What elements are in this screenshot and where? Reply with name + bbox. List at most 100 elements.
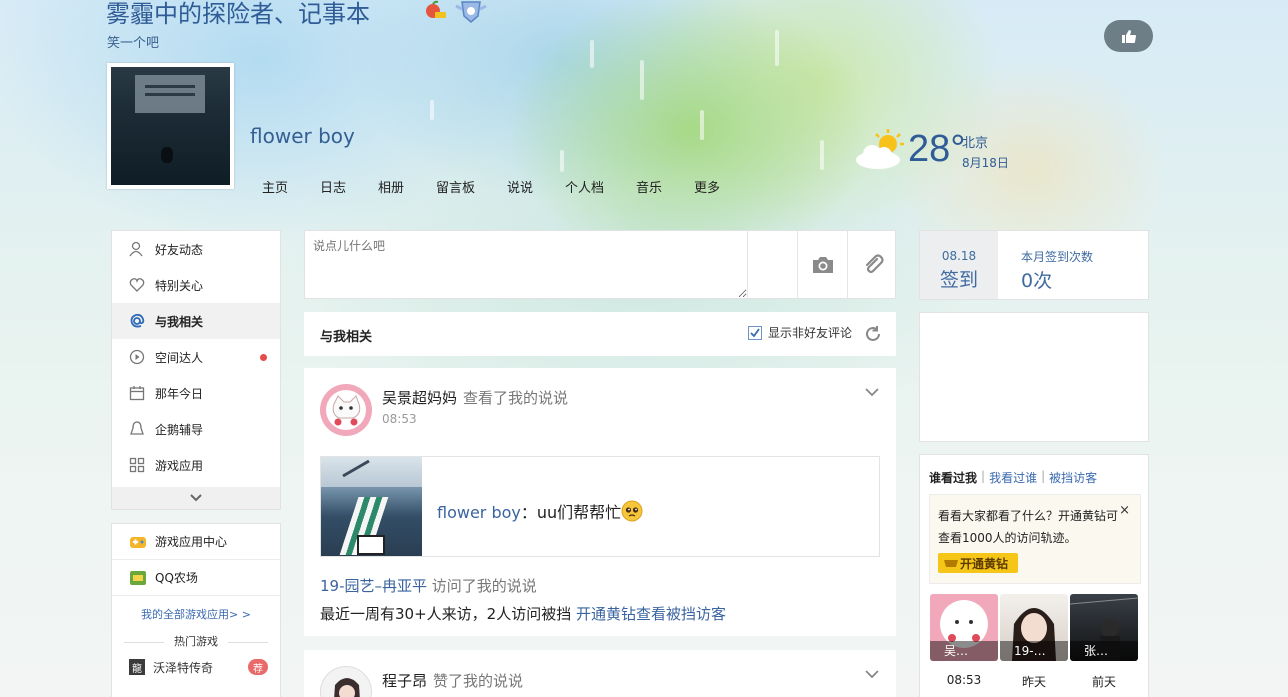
camera-icon: [812, 256, 833, 273]
weather-date: 8月18日: [962, 156, 1009, 170]
sidebar-expand-button[interactable]: [112, 487, 280, 509]
show-nonfriend-toggle[interactable]: 显示非好友评论: [748, 324, 852, 341]
visitor-avatar[interactable]: 吴…: [930, 594, 998, 661]
profile-avatar[interactable]: [107, 63, 234, 189]
raindrop: [640, 60, 644, 100]
user-name[interactable]: flower boy: [250, 124, 355, 148]
tab-blocked-visitors[interactable]: 被挡访客: [1049, 469, 1097, 486]
sidebar-item-related-to-me[interactable]: 与我相关: [112, 303, 280, 339]
like-button[interactable]: [1104, 20, 1153, 52]
site-title[interactable]: 雾霾中的探险者、记事本: [106, 0, 370, 29]
apple-badge-icon[interactable]: [424, 0, 446, 20]
visitor-name: 吴…: [930, 641, 998, 661]
sidebar-item-penguin-tutor[interactable]: 企鹅辅导: [112, 411, 280, 447]
sidebar-item-label: 特别关心: [155, 278, 204, 293]
checkin-button[interactable]: 08.18 签到: [920, 231, 998, 299]
recommend-tag: 荐: [248, 659, 268, 675]
quote-separator: ：: [520, 503, 537, 522]
close-icon[interactable]: ×: [1119, 503, 1130, 518]
checkbox[interactable]: [748, 325, 762, 340]
games-panel: 游戏应用中心 QQ农场 我的全部游戏应用> > 热门游戏 龍 沃泽特传奇 荐: [111, 523, 281, 697]
visitor-name[interactable]: 19-园艺–冉亚平: [320, 577, 427, 595]
avatar[interactable]: [320, 666, 372, 697]
penguin-icon: [129, 421, 145, 437]
raindrop: [430, 100, 434, 120]
monthly-checkin-count: 0次: [1021, 270, 1053, 292]
partly-sunny-icon: [856, 129, 904, 169]
visitor-action: 访问了我的说说: [431, 577, 537, 595]
nav-music[interactable]: 音乐: [636, 177, 694, 196]
nav-album[interactable]: 相册: [378, 177, 436, 196]
avatar[interactable]: [320, 384, 372, 436]
sidebar-item-special-care[interactable]: 特别关心: [112, 267, 280, 303]
attach-button[interactable]: [848, 231, 897, 298]
anime-avatar-icon: [321, 667, 371, 697]
card-action-text: 赞了我的说说: [433, 672, 524, 690]
open-yellow-diamond-button[interactable]: 开通黄钻: [938, 553, 1018, 573]
feed-card: 程子昂 赞了我的说说: [304, 650, 896, 697]
post-thumbnail[interactable]: [321, 457, 422, 556]
diamond-icon: [944, 560, 958, 567]
at-icon: [129, 313, 145, 329]
visitor-avatar[interactable]: 19-…: [1000, 594, 1068, 661]
all-games-link[interactable]: 我的全部游戏应用> >: [112, 596, 280, 632]
refresh-icon[interactable]: [864, 325, 882, 343]
raindrop: [775, 30, 779, 66]
gamepad-icon: [130, 536, 146, 548]
nav-profile[interactable]: 个人档: [565, 177, 636, 196]
sidebar-item-label: 企鹅辅导: [155, 422, 204, 437]
sidebar-item-label: 那年今日: [155, 386, 204, 401]
play-icon: [129, 349, 145, 365]
heart-icon: [129, 277, 145, 293]
nav-home[interactable]: 主页: [262, 177, 320, 196]
tab-who-i-viewed[interactable]: 我看过谁: [989, 469, 1037, 486]
sidebar-item-friends-feed[interactable]: 好友动态: [112, 231, 280, 267]
quoted-user[interactable]: flower boy: [437, 503, 521, 522]
nav-message-board[interactable]: 留言板: [436, 177, 507, 196]
friends-icon: [129, 241, 145, 257]
checkin-date: 08.18: [941, 249, 977, 263]
vip-shield-icon[interactable]: [454, 0, 488, 24]
checkin-label: 签到: [939, 269, 978, 291]
nav-more[interactable]: 更多: [694, 177, 734, 196]
photo-button[interactable]: [798, 231, 847, 298]
sidebar-item-space-expert[interactable]: 空间达人: [112, 339, 280, 375]
nav-shuoshuo[interactable]: 说说: [507, 177, 565, 196]
card-user-name[interactable]: 程子昂: [382, 672, 427, 690]
chevron-down-icon[interactable]: [864, 386, 880, 398]
raindrop: [560, 150, 564, 172]
grid-icon: [129, 457, 145, 473]
nav-blog[interactable]: 日志: [320, 177, 378, 196]
raindrop: [700, 110, 704, 140]
chevron-down-icon[interactable]: [864, 668, 880, 680]
game-center-link[interactable]: 游戏应用中心: [112, 524, 280, 560]
sidebar-item-label: 空间达人: [155, 350, 204, 365]
main-nav: 主页 日志 相册 留言板 说说 个人档 音乐 更多: [262, 177, 734, 196]
tab-who-viewed-me[interactable]: 谁看过我: [929, 469, 977, 486]
raindrop: [590, 40, 594, 68]
visitor-avatar[interactable]: 张…: [1070, 594, 1138, 661]
post-composer: [304, 230, 896, 299]
left-sidebar: 好友动态 特别关心 与我相关 空间达人 那年今日 企鹅辅导 游戏应用: [111, 230, 281, 510]
quoted-post[interactable]: flower boy：uu们帮帮忙: [320, 456, 880, 557]
sidebar-item-this-day[interactable]: 那年今日: [112, 375, 280, 411]
paperclip-icon: [865, 253, 884, 273]
notification-dot: [260, 354, 267, 361]
ad-placeholder: [919, 312, 1149, 442]
post-input[interactable]: [305, 231, 747, 298]
show-nonfriend-label: 显示非好友评论: [768, 326, 853, 340]
sidebar-item-game-apps[interactable]: 游戏应用: [112, 447, 280, 483]
card-user-name[interactable]: 吴景超妈妈: [382, 389, 457, 407]
sidebar-item-label: 游戏应用: [155, 458, 204, 473]
tab-separator: |: [981, 469, 986, 483]
hot-game-item[interactable]: 龍 沃泽特传奇 荐: [112, 652, 280, 682]
open-yellow-diamond-link[interactable]: 开通黄钻查看被挡访客: [576, 605, 726, 623]
visitor-name: 张…: [1070, 641, 1138, 661]
cat-avatar-icon: [326, 390, 366, 430]
monthly-checkin-label: 本月签到次数: [1021, 250, 1094, 264]
game-center-label: 游戏应用中心: [155, 535, 228, 549]
feed-title: 与我相关: [320, 330, 373, 345]
promo-text: 看看大家都看了什么？开通黄钻可查看1000人的访问轨迹。: [938, 509, 1119, 545]
visit-time: 08:53: [946, 673, 982, 687]
qq-farm-link[interactable]: QQ农场: [112, 560, 280, 596]
